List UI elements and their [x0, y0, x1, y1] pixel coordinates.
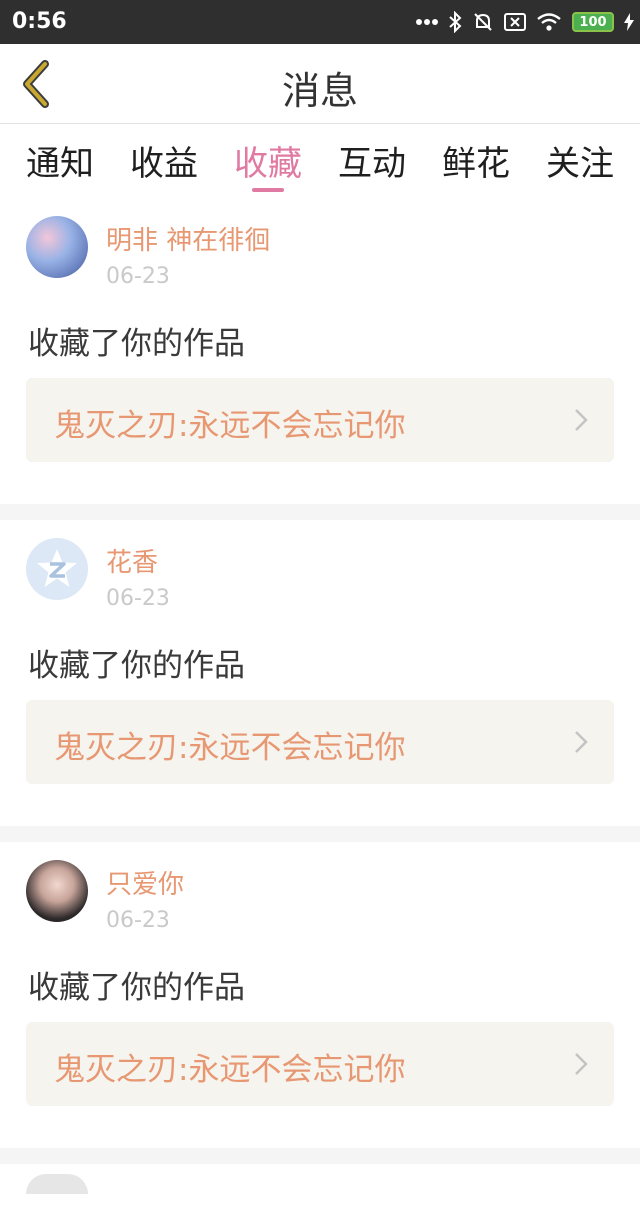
active-tab-indicator: [252, 188, 284, 192]
username[interactable]: 花香: [106, 542, 158, 579]
work-link[interactable]: 鬼灭之刃:永远不会忘记你: [26, 700, 614, 784]
message-text: 收藏了你的作品: [28, 326, 245, 362]
chevron-right-icon: [575, 409, 588, 431]
divider: [0, 1148, 640, 1164]
tab-bar: 通知 收益 收藏 互动 鲜花 关注: [0, 124, 640, 198]
status-icons: 100: [416, 8, 634, 36]
list-item: 花香 06-23 收藏了你的作品 鬼灭之刃:永远不会忘记你: [0, 520, 640, 826]
tab-interactions[interactable]: 互动: [322, 124, 422, 198]
username[interactable]: 明非 神在徘徊: [106, 220, 270, 257]
status-time: 0:56: [12, 9, 67, 34]
tab-flowers[interactable]: 鲜花: [426, 124, 526, 198]
avatar[interactable]: [26, 1174, 88, 1194]
bluetooth-icon: [449, 11, 462, 33]
tab-earnings[interactable]: 收益: [114, 124, 214, 198]
more-dots-icon: [416, 19, 438, 25]
sim-off-icon: [504, 13, 526, 31]
charging-icon: [624, 13, 634, 31]
battery-level: 100: [579, 14, 607, 30]
title-bar: 消息: [0, 44, 640, 124]
avatar[interactable]: [26, 538, 88, 600]
mute-bell-icon: [474, 13, 492, 31]
wifi-icon: [537, 13, 561, 31]
avatar[interactable]: [26, 216, 88, 278]
message-date: 06-23: [106, 586, 170, 611]
work-title: 鬼灭之刃:永远不会忘记你: [54, 1052, 406, 1088]
list-item-partial: [0, 1164, 640, 1214]
work-title: 鬼灭之刃:永远不会忘记你: [54, 408, 406, 444]
message-date: 06-23: [106, 264, 170, 289]
message-date: 06-23: [106, 908, 170, 933]
avatar[interactable]: [26, 860, 88, 922]
tab-favorites[interactable]: 收藏: [218, 124, 318, 198]
list-item: 只爱你 06-23 收藏了你的作品 鬼灭之刃:永远不会忘记你: [0, 842, 640, 1148]
message-text: 收藏了你的作品: [28, 970, 245, 1006]
work-title: 鬼灭之刃:永远不会忘记你: [54, 730, 406, 766]
tab-notifications[interactable]: 通知: [10, 124, 110, 198]
work-link[interactable]: 鬼灭之刃:永远不会忘记你: [26, 378, 614, 462]
list-item: 明非 神在徘徊 06-23 收藏了你的作品 鬼灭之刃:永远不会忘记你: [0, 198, 640, 504]
default-avatar-icon: [37, 549, 77, 587]
tab-following[interactable]: 关注: [530, 124, 630, 198]
work-link[interactable]: 鬼灭之刃:永远不会忘记你: [26, 1022, 614, 1106]
status-bar: 0:56 100: [0, 0, 640, 44]
message-text: 收藏了你的作品: [28, 648, 245, 684]
username[interactable]: 只爱你: [106, 864, 184, 901]
chevron-right-icon: [575, 731, 588, 753]
chevron-right-icon: [575, 1053, 588, 1075]
page-title: 消息: [281, 69, 358, 113]
divider: [0, 504, 640, 520]
message-list: 明非 神在徘徊 06-23 收藏了你的作品 鬼灭之刃:永远不会忘记你 花香 06…: [0, 198, 640, 1214]
battery-indicator: 100: [572, 12, 614, 32]
divider: [0, 826, 640, 842]
